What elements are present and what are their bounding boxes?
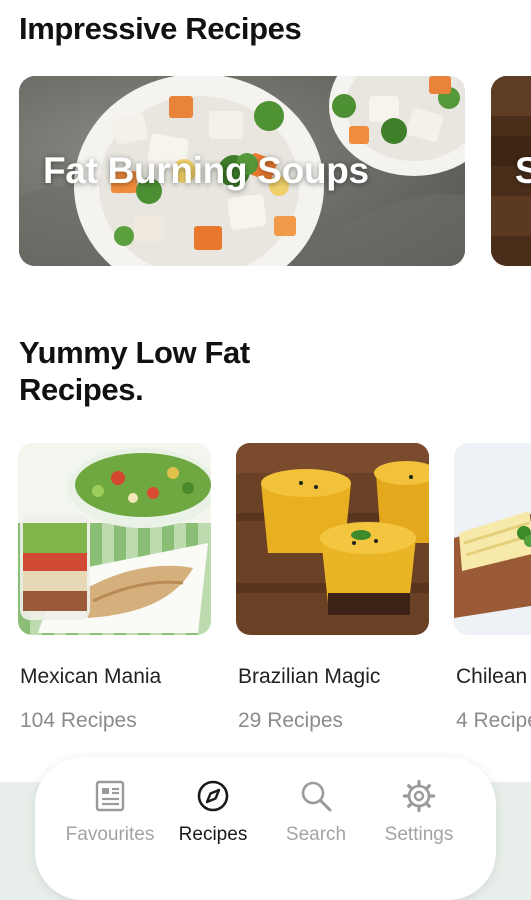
gear-icon — [402, 779, 436, 813]
recipe-name: Chilean — [456, 665, 528, 688]
recipe-card-mexican-mania[interactable]: Mexican Mania 104 Recipes — [18, 443, 211, 732]
recipe-count: 4 Recipes — [456, 709, 531, 732]
recipe-cards-row[interactable]: Mexican Mania 104 Recipes Brazilian Magi… — [0, 443, 531, 743]
low-fat-recipes-title: Yummy Low Fat Recipes. — [19, 335, 250, 407]
featured-card-fat-burning-soups[interactable]: Fat Burning Soups — [19, 76, 465, 266]
tab-favourites-label: Favourites — [65, 824, 155, 845]
tab-settings-label: Settings — [384, 824, 454, 845]
tab-settings[interactable]: Settings — [369, 779, 469, 847]
recipe-thumb — [236, 443, 429, 635]
tab-recipes[interactable]: Recipes — [163, 779, 263, 847]
recipe-count: 104 Recipes — [20, 709, 137, 732]
salad-image — [18, 443, 211, 635]
recipe-thumb — [18, 443, 211, 635]
recipe-name: Brazilian Magic — [238, 665, 381, 688]
search-icon — [301, 781, 332, 812]
impressive-recipes-title: Impressive Recipes — [19, 11, 302, 46]
featured-carousel[interactable]: Fat Burning Soups S — [0, 76, 531, 266]
featured-card-title-2: S — [515, 150, 531, 191]
recipe-card-chilean[interactable]: Chilean 4 Recipes — [454, 443, 531, 732]
bookmark-card-icon — [95, 780, 125, 812]
recipe-name: Mexican Mania — [20, 665, 162, 688]
featured-card-title: Fat Burning Soups — [43, 150, 369, 191]
tab-search-label: Search — [285, 824, 347, 845]
tab-recipes-label: Recipes — [178, 824, 248, 845]
recipe-thumb — [454, 443, 531, 635]
bottom-tab-bar: Favourites Recipes Search Settings — [35, 757, 496, 900]
featured-card-next[interactable]: S — [491, 76, 531, 266]
tab-favourites[interactable]: Favourites — [60, 779, 160, 847]
recipe-count: 29 Recipes — [238, 709, 344, 732]
crispbread-image — [454, 443, 531, 635]
recipe-card-brazilian-magic[interactable]: Brazilian Magic 29 Recipes — [236, 443, 429, 732]
dessert-cups-image — [236, 443, 429, 635]
tab-search[interactable]: Search — [266, 779, 366, 847]
compass-icon — [197, 780, 229, 812]
